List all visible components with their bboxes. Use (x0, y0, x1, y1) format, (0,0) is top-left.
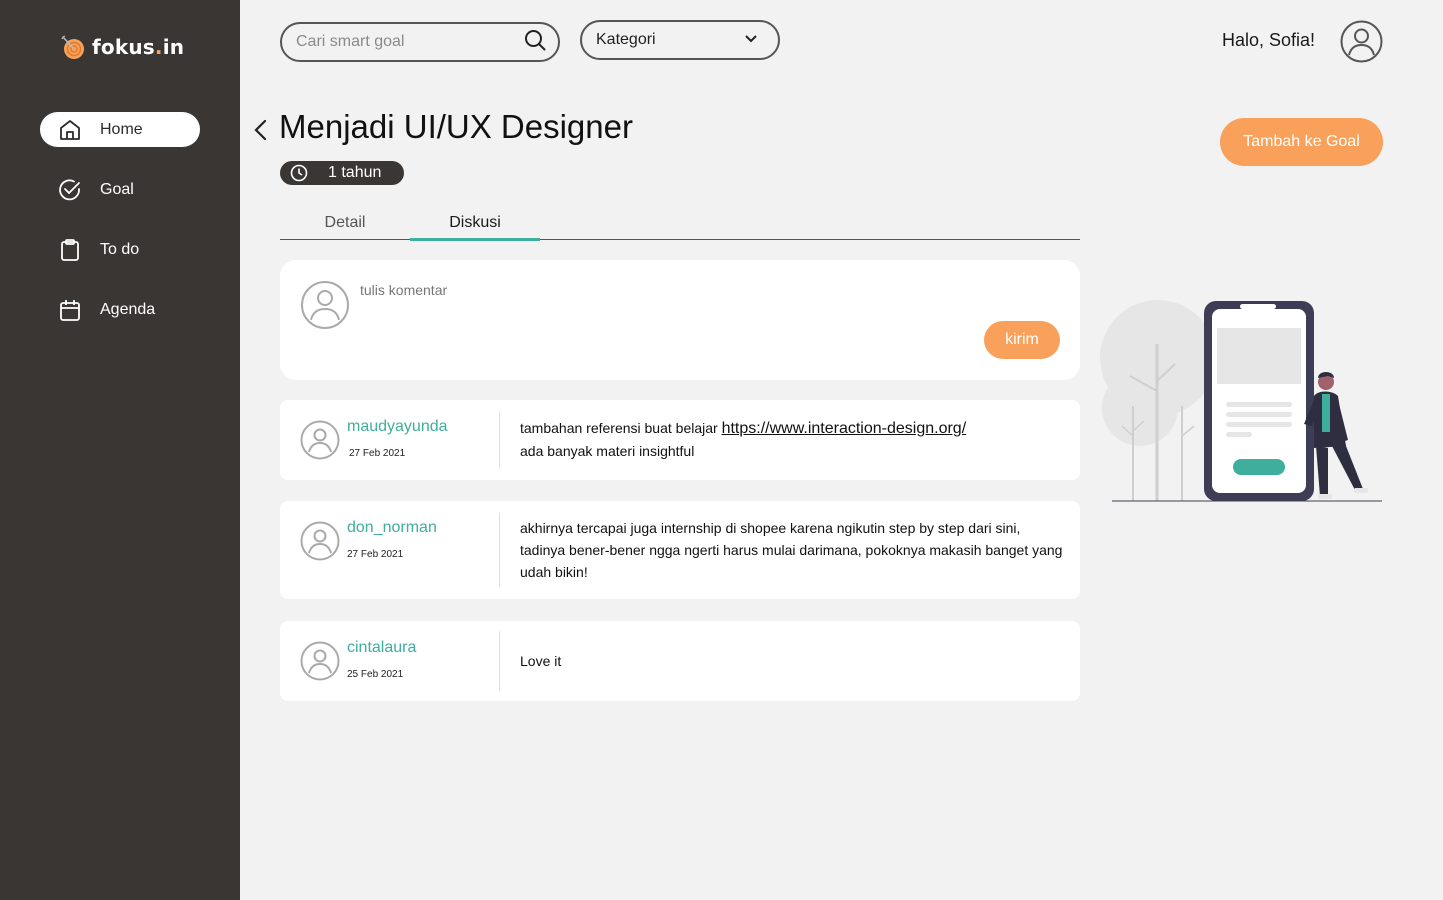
avatar-icon (300, 280, 350, 330)
comment-username[interactable]: cintalaura (347, 639, 416, 657)
comment-divider (499, 513, 500, 587)
avatar-icon (300, 641, 340, 681)
chevron-down-icon (744, 31, 758, 49)
comment-input[interactable] (360, 282, 960, 322)
avatar-icon (300, 420, 340, 460)
clock-icon (290, 164, 308, 182)
app-logo[interactable]: fokus.in (60, 34, 184, 60)
sidebar-item-label: Goal (100, 180, 134, 198)
search-bar (280, 22, 560, 62)
comment-username[interactable]: maudyayunda (347, 418, 448, 436)
duration-badge: 1 tahun (280, 161, 404, 185)
sidebar-item-label: Home (100, 120, 143, 138)
sidebar: fokus.in Home Goal To do Agenda (0, 0, 240, 900)
phone-person-illustration (1100, 296, 1384, 506)
clipboard-icon (58, 238, 82, 262)
sidebar-nav: Home Goal To do Agenda (40, 112, 200, 352)
comment-date: 25 Feb 2021 (347, 669, 404, 680)
tab-diskusi[interactable]: Diskusi (410, 210, 540, 241)
page-title: Menjadi UI/UX Designer (279, 108, 633, 145)
avatar-icon (300, 521, 340, 561)
comment-text: Love it (520, 653, 562, 669)
calendar-icon (58, 298, 82, 322)
comment-text: tambahan referensi buat belajar https://… (520, 417, 1065, 462)
comment-text: akhirnya tercapai juga internship di sho… (520, 520, 1063, 580)
duration-text: 1 tahun (328, 164, 382, 181)
comment-username[interactable]: don_norman (347, 519, 437, 537)
comment-card: don_norman 27 Feb 2021 akhirnya tercapai… (280, 501, 1080, 599)
comment-compose-box: kirim (280, 260, 1080, 380)
comment-card: maudyayunda 27 Feb 2021 tambahan referen… (280, 400, 1080, 480)
comment-date: 27 Feb 2021 (347, 549, 404, 560)
sidebar-item-todo[interactable]: To do (40, 232, 200, 267)
search-icon[interactable] (524, 29, 546, 56)
comment-card: cintalaura 25 Feb 2021 Love it (280, 621, 1080, 701)
add-to-goal-button[interactable]: Tambah ke Goal (1220, 118, 1383, 166)
category-dropdown-label: Kategori (596, 31, 656, 48)
comment-divider (499, 412, 500, 468)
user-avatar-icon[interactable] (1340, 20, 1383, 63)
category-dropdown[interactable]: Kategori (580, 20, 780, 60)
comment-text-part: tambahan referensi buat belajar (520, 420, 722, 436)
reference-link[interactable]: https://www.interaction-design.org/ (722, 420, 967, 437)
target-logo-icon (60, 34, 86, 60)
tab-detail[interactable]: Detail (280, 210, 410, 239)
sidebar-item-home[interactable]: Home (40, 112, 200, 147)
home-icon (58, 118, 82, 142)
comment-divider (499, 631, 500, 691)
back-arrow-icon[interactable] (250, 118, 272, 142)
comment-date: 27 Feb 2021 (349, 448, 406, 459)
sidebar-item-agenda[interactable]: Agenda (40, 292, 200, 327)
sidebar-item-goal[interactable]: Goal (40, 172, 200, 207)
search-input[interactable] (296, 33, 524, 51)
sidebar-item-label: To do (100, 240, 140, 258)
sidebar-item-label: Agenda (100, 300, 156, 318)
check-circle-icon (58, 178, 82, 202)
user-greeting: Halo, Sofia! (1222, 30, 1316, 50)
send-button[interactable]: kirim (984, 321, 1060, 359)
comment-text-part: ada banyak materi insightful (520, 443, 695, 459)
app-logo-text: fokus.in (92, 35, 185, 59)
tab-bar: Detail Diskusi (280, 210, 1080, 241)
